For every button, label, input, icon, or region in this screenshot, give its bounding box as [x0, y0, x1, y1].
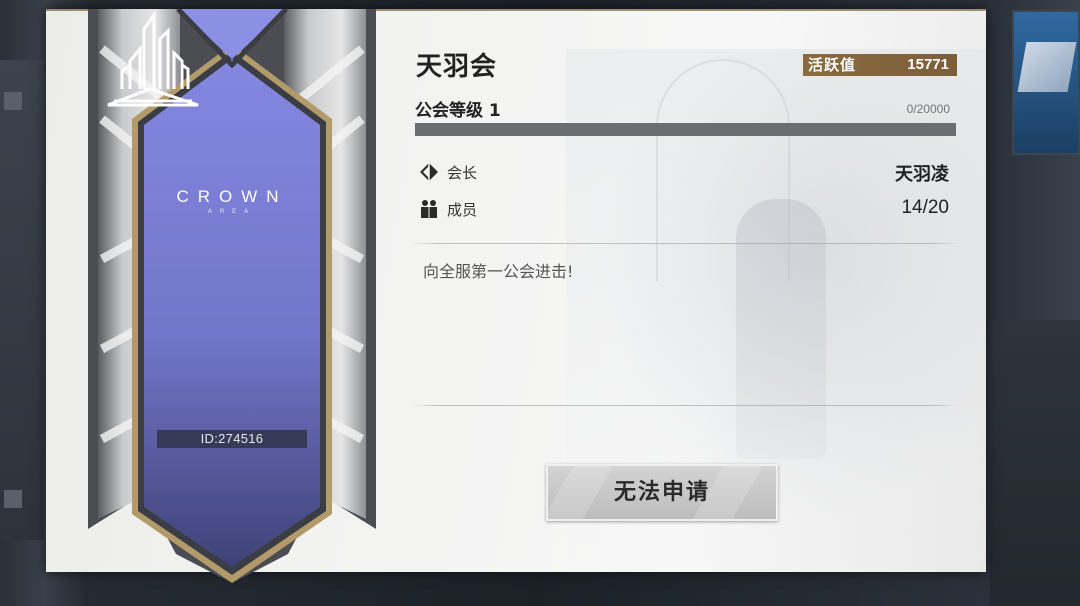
members-label: 成员 [447, 201, 478, 219]
members-row: 成员 14/20 [419, 197, 953, 221]
guild-name: 天羽会 [416, 52, 498, 82]
guild-slogan: 向全服第一公会进击! [423, 262, 574, 281]
activity-value: 15771 [907, 56, 949, 73]
background-side-menu [0, 60, 44, 540]
members-count: 14/20 [901, 197, 949, 218]
leader-row: 会长 天羽凌 [419, 160, 953, 185]
apply-button[interactable]: 无法申请 [546, 464, 778, 521]
guild-level-bar [415, 123, 956, 136]
activity-badge: 活跃值 15771 [803, 54, 957, 76]
activity-label: 活跃值 [808, 56, 857, 74]
divider [410, 243, 960, 244]
diamond-emblem-icon [420, 163, 438, 181]
crown-logo-subtext: AREA [207, 209, 257, 215]
apply-button-label: 无法申请 [613, 480, 710, 505]
leader-name: 天羽凌 [895, 164, 949, 185]
background-panel [990, 320, 1080, 606]
guild-banner: CROWN AREA ID:274516 [88, 9, 376, 583]
crown-logo-text: CROWN [176, 187, 288, 206]
divider [410, 405, 960, 406]
members-icon [421, 200, 437, 218]
guild-level-label: 公会等级 1 [415, 101, 501, 121]
background-card [1012, 10, 1080, 155]
leader-label: 会长 [447, 164, 478, 182]
guild-id-label: ID:274516 [157, 430, 307, 448]
guild-level-progress-text: 0/20000 [906, 102, 950, 116]
background-icon [4, 92, 22, 110]
crown-logo [107, 10, 199, 107]
background-icon [4, 490, 22, 508]
